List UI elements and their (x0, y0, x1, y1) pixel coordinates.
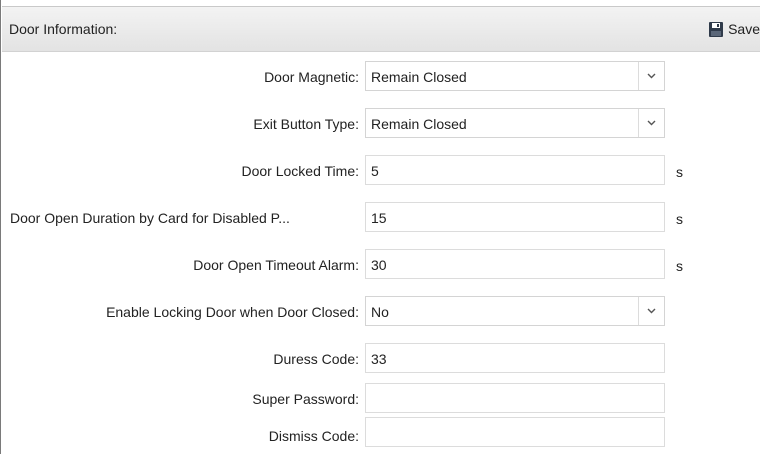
door-magnetic-label: Door Magnetic: (264, 69, 359, 85)
door-open-duration-input[interactable]: 15 (365, 202, 665, 232)
duress-code-row: Duress Code: 33 (1, 343, 760, 375)
exit-button-type-row: Exit Button Type: Remain Closed (1, 108, 760, 140)
exit-button-type-label: Exit Button Type: (253, 116, 359, 132)
chevron-down-icon[interactable] (638, 109, 664, 137)
save-button[interactable]: Save (709, 18, 760, 40)
door-information-panel: Door Information: Save Door Magnetic: Re… (0, 0, 760, 454)
door-locked-time-value: 5 (371, 163, 379, 179)
super-password-label: Super Password: (252, 391, 359, 407)
door-locked-time-unit: s (676, 164, 683, 180)
door-locked-time-label: Door Locked Time: (241, 163, 360, 179)
door-open-duration-row: Door Open Duration by Card for Disabled … (1, 202, 760, 234)
panel-title: Door Information: (9, 21, 118, 37)
floppy-disk-icon (709, 21, 724, 37)
enable-locking-door-value: No (371, 304, 389, 320)
exit-button-type-value: Remain Closed (371, 116, 467, 132)
dismiss-code-label: Dismiss Code: (268, 428, 359, 444)
save-label: Save (728, 21, 760, 37)
door-open-duration-label: Door Open Duration by Card for Disabled … (10, 210, 290, 226)
door-open-duration-value: 15 (371, 210, 387, 226)
super-password-row: Super Password: (1, 383, 760, 415)
door-open-timeout-alarm-value: 30 (371, 257, 387, 273)
door-open-timeout-alarm-row: Door Open Timeout Alarm: 30 s (1, 249, 760, 281)
door-open-timeout-alarm-unit: s (676, 258, 683, 274)
duress-code-label: Duress Code: (273, 351, 359, 367)
enable-locking-door-row: Enable Locking Door when Door Closed: No (1, 296, 760, 328)
chevron-down-icon[interactable] (638, 62, 664, 90)
door-open-duration-unit: s (676, 211, 683, 227)
panel-header: Door Information: Save (2, 6, 760, 52)
exit-button-type-select[interactable]: Remain Closed (365, 108, 665, 138)
chevron-down-icon[interactable] (638, 297, 664, 325)
super-password-input[interactable] (365, 383, 665, 413)
door-open-timeout-alarm-input[interactable]: 30 (365, 249, 665, 279)
duress-code-value: 33 (371, 351, 387, 367)
door-locked-time-input[interactable]: 5 (365, 155, 665, 185)
duress-code-input[interactable]: 33 (365, 343, 665, 373)
enable-locking-door-label: Enable Locking Door when Door Closed: (106, 304, 359, 320)
door-magnetic-value: Remain Closed (371, 69, 467, 85)
door-open-timeout-alarm-label: Door Open Timeout Alarm: (193, 257, 359, 273)
door-locked-time-row: Door Locked Time: 5 s (1, 155, 760, 187)
dismiss-code-input[interactable] (365, 417, 665, 447)
enable-locking-door-select[interactable]: No (365, 296, 665, 326)
door-magnetic-row: Door Magnetic: Remain Closed (1, 61, 760, 93)
door-magnetic-select[interactable]: Remain Closed (365, 61, 665, 91)
dismiss-code-row: Dismiss Code: (1, 417, 760, 449)
